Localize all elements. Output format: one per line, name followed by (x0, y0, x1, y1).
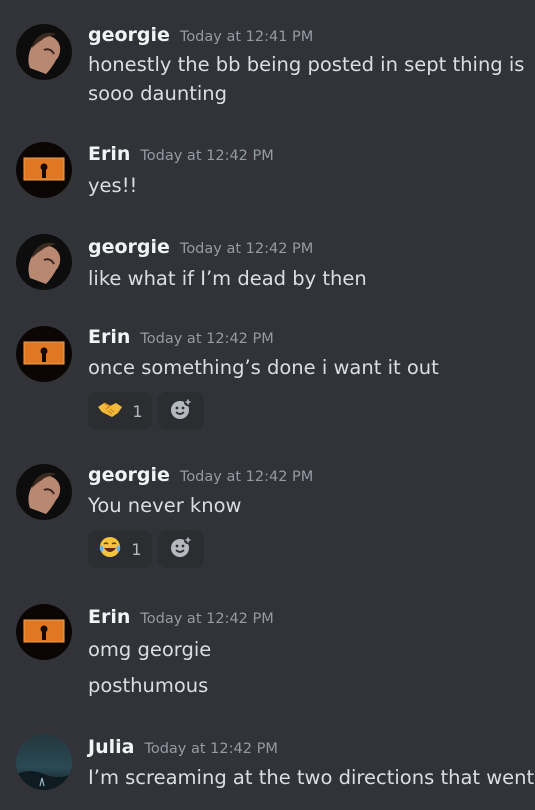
message-text: omg georgie (88, 638, 212, 661)
username[interactable]: Erin Today at 12:42 PM (88, 143, 274, 165)
avatar[interactable] (16, 24, 72, 80)
message-text: I’m screaming at the two directions that… (88, 766, 535, 789)
add-reaction-icon (169, 535, 193, 563)
avatar[interactable] (16, 234, 72, 290)
message-text: once something’s done i want it out (88, 356, 439, 379)
username[interactable]: georgie Today at 12:42 PM (88, 236, 313, 258)
add-reaction-button[interactable] (158, 392, 204, 430)
message-text: You never know (88, 494, 242, 517)
timestamp: Today at 12:42 PM (179, 469, 314, 485)
username[interactable]: Erin Today at 12:42 PM (88, 326, 274, 348)
avatar[interactable] (16, 464, 72, 520)
message-text: yes!! (88, 174, 138, 197)
message-text: sooo daunting (88, 82, 227, 105)
joy-icon (98, 535, 122, 563)
reaction-count: 1 (132, 401, 143, 421)
timestamp: Today at 12:42 PM (144, 741, 278, 757)
timestamp: Today at 12:42 PM (179, 241, 314, 257)
avatar[interactable] (16, 326, 72, 382)
reaction-count: 1 (131, 539, 142, 559)
avatar[interactable] (16, 734, 72, 790)
add-reaction-button[interactable] (158, 530, 204, 568)
avatar[interactable] (16, 142, 72, 198)
message-text: like what if I’m dead by then (88, 267, 367, 290)
username[interactable]: Julia Today at 12:42 PM (88, 736, 278, 758)
message-text: posthumous (88, 674, 209, 697)
username[interactable]: Erin Today at 12:42 PM (88, 606, 274, 628)
username[interactable]: georgie Today at 12:41 PM (88, 24, 313, 46)
timestamp: Today at 12:41 PM (179, 29, 314, 45)
reaction-button[interactable]: 1 (88, 392, 152, 430)
timestamp: Today at 12:42 PM (140, 331, 274, 347)
reaction-button[interactable]: 1 (88, 530, 152, 568)
message-text: honestly the bb being posted in sept thi… (88, 53, 525, 76)
add-reaction-icon (169, 397, 193, 425)
username[interactable]: georgie Today at 12:42 PM (88, 464, 313, 486)
timestamp: Today at 12:42 PM (140, 148, 274, 164)
timestamp: Today at 12:42 PM (140, 611, 274, 627)
avatar[interactable] (16, 604, 72, 660)
handshake-icon (97, 399, 123, 423)
